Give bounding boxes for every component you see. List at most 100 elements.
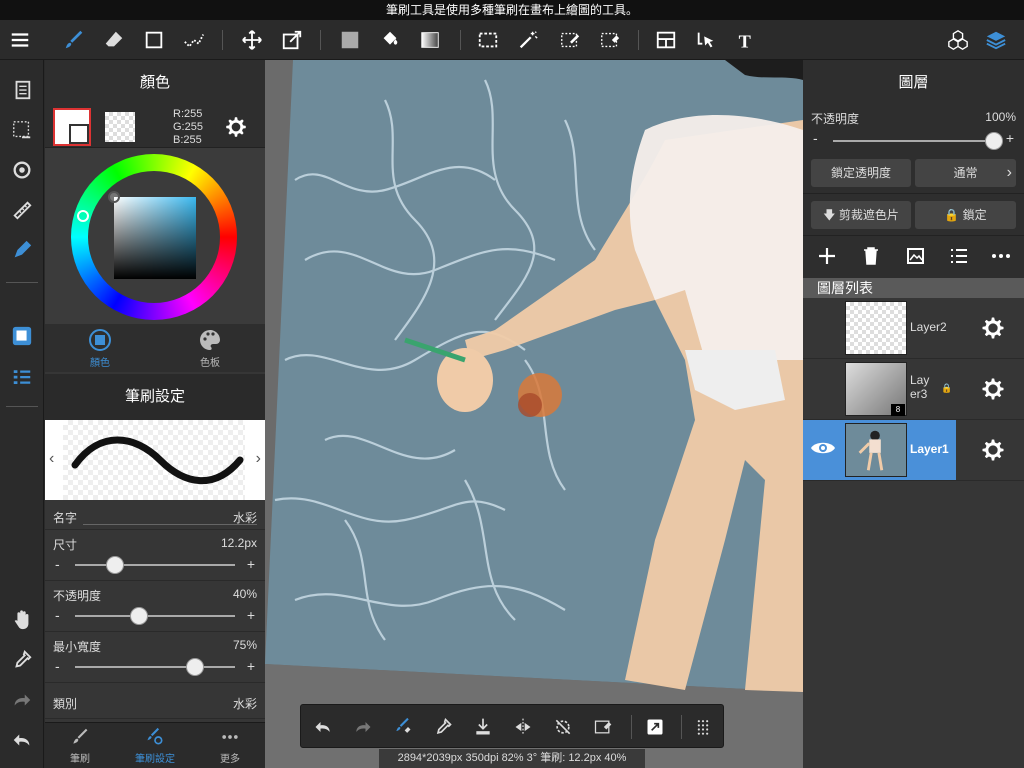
rgb-r-value: R:255	[173, 108, 203, 120]
undo-icon[interactable]	[8, 726, 36, 754]
layer-opacity-value: 100%	[985, 110, 1016, 124]
minwidth-plus-button[interactable]: +	[247, 658, 255, 674]
primary-color-swatch[interactable]	[53, 108, 91, 146]
hue-picker-knob[interactable]	[77, 210, 89, 222]
color-settings-gear-icon[interactable]	[223, 114, 249, 140]
magic-wand-icon[interactable]	[514, 26, 542, 54]
brush-list-icon[interactable]	[8, 364, 36, 392]
eyedropper-icon[interactable]	[8, 646, 36, 674]
gradient-icon[interactable]	[416, 26, 444, 54]
layer-gear-icon[interactable]	[979, 436, 1007, 464]
redo-icon[interactable]	[8, 686, 36, 714]
correction-icon[interactable]	[180, 26, 208, 54]
drawing-canvas[interactable]	[265, 60, 803, 768]
ruler-icon[interactable]	[8, 196, 36, 224]
opacity-minus-button[interactable]: -	[55, 607, 60, 623]
select-eraser-icon[interactable]	[596, 26, 624, 54]
operation-icon[interactable]	[692, 26, 720, 54]
brush-name-row[interactable]: 名字 水彩	[45, 500, 265, 530]
layer-gear-icon[interactable]	[979, 375, 1007, 403]
clear-layer-icon[interactable]	[471, 715, 495, 739]
opacity-slider[interactable]	[75, 607, 235, 625]
selection-display-icon[interactable]	[8, 116, 36, 144]
tab-color[interactable]: 顏色	[65, 328, 135, 369]
bucket-icon[interactable]	[376, 26, 404, 54]
layers-panel: 圖層 不透明度 100% - + 鎖定透明度 通常 › 🡇 剪裁遮色片 🔒 鎖定…	[803, 60, 1024, 768]
move-icon[interactable]	[238, 26, 266, 54]
rotate-canvas-icon[interactable]	[8, 156, 36, 184]
transform-icon[interactable]	[278, 26, 306, 54]
color-panel-icon[interactable]	[8, 322, 36, 350]
sv-picker-knob[interactable]	[108, 191, 120, 203]
hand-icon[interactable]	[8, 606, 36, 634]
brush-opacity-row: 不透明度 40% - +	[45, 581, 265, 632]
redo-icon[interactable]	[351, 715, 375, 739]
next-brush-chevron-icon[interactable]: ›	[256, 450, 261, 468]
blend-mode-button[interactable]: 通常 ›	[915, 159, 1016, 187]
pages-icon[interactable]	[8, 76, 36, 104]
minwidth-slider[interactable]	[75, 658, 235, 676]
select-pen-icon[interactable]	[556, 26, 584, 54]
layers-icon[interactable]	[982, 26, 1010, 54]
opacity-slider-knob[interactable]	[130, 607, 148, 625]
layer-row[interactable]: Layer2	[803, 298, 1024, 359]
fill-color-icon[interactable]	[336, 26, 364, 54]
opacity-plus-button[interactable]: +	[247, 607, 255, 623]
tab-palette[interactable]: 色板	[175, 328, 245, 369]
frame-divider-icon[interactable]	[652, 26, 680, 54]
minwidth-value: 75%	[232, 638, 257, 652]
layer-gear-icon[interactable]	[979, 314, 1007, 342]
size-slider[interactable]	[75, 556, 235, 574]
brush-eraser-toggle-icon[interactable]	[391, 715, 415, 739]
layer-row[interactable]: 8 Lay er3 🔒	[803, 359, 1024, 420]
brush-category-row[interactable]: 類別 水彩	[45, 683, 265, 719]
prev-brush-chevron-icon[interactable]: ‹	[49, 450, 54, 468]
canvas-area[interactable]	[265, 60, 803, 768]
undo-icon[interactable]	[311, 715, 335, 739]
layer-list-icon[interactable]	[947, 244, 971, 268]
rgb-b-value: B:255	[173, 134, 202, 146]
brush-icon[interactable]	[60, 26, 88, 54]
rectangle-icon[interactable]	[140, 26, 168, 54]
text-icon[interactable]: T	[732, 26, 760, 54]
minwidth-slider-knob[interactable]	[186, 658, 204, 676]
fullscreen-icon[interactable]	[643, 715, 667, 739]
trash-icon[interactable]	[859, 244, 883, 268]
material-icon[interactable]	[944, 26, 972, 54]
select-icon[interactable]	[474, 26, 502, 54]
size-slider-knob[interactable]	[106, 556, 124, 574]
tab-more[interactable]: 更多	[195, 727, 265, 765]
add-layer-icon[interactable]	[815, 244, 839, 268]
snap-pen-icon[interactable]	[8, 236, 36, 264]
layer-badge: 8	[891, 404, 905, 416]
layer-opacity-knob[interactable]	[985, 132, 1003, 150]
brush-settings-title: 筆刷設定	[45, 374, 265, 420]
size-label: 尺寸	[53, 538, 78, 552]
category-value: 水彩	[232, 697, 257, 711]
saturation-value-square[interactable]	[114, 197, 196, 279]
grid-menu-icon[interactable]	[691, 715, 715, 739]
add-image-layer-icon[interactable]	[903, 244, 927, 268]
rotate-reset-icon[interactable]	[551, 715, 575, 739]
layer-opacity-slider[interactable]	[833, 132, 1003, 150]
menu-icon[interactable]	[6, 26, 34, 54]
minwidth-minus-button[interactable]: -	[55, 658, 60, 674]
size-plus-button[interactable]: +	[247, 556, 255, 572]
eraser-icon[interactable]	[100, 26, 128, 54]
secondary-color-swatch[interactable]	[105, 112, 135, 142]
layer-opacity-plus[interactable]: +	[1006, 130, 1014, 146]
tab-brush-settings[interactable]: 筆刷設定	[120, 727, 190, 765]
layer-opacity-minus[interactable]: -	[813, 130, 818, 146]
flip-horizontal-icon[interactable]	[511, 715, 535, 739]
clip-button[interactable]: 🡇 剪裁遮色片	[811, 201, 911, 229]
tab-brush[interactable]: 筆刷	[45, 727, 115, 765]
palette-icon	[200, 330, 220, 350]
eye-icon[interactable]	[809, 438, 837, 458]
lock-button[interactable]: 🔒 鎖定	[915, 201, 1016, 229]
eyedropper-icon[interactable]	[431, 715, 455, 739]
size-minus-button[interactable]: -	[55, 556, 60, 572]
select-eraser-icon[interactable]	[591, 715, 615, 739]
lock-alpha-button[interactable]: 鎖定透明度	[811, 159, 911, 187]
more-icon[interactable]	[989, 244, 1013, 268]
layer-row-selected[interactable]: Layer1	[803, 420, 1024, 481]
